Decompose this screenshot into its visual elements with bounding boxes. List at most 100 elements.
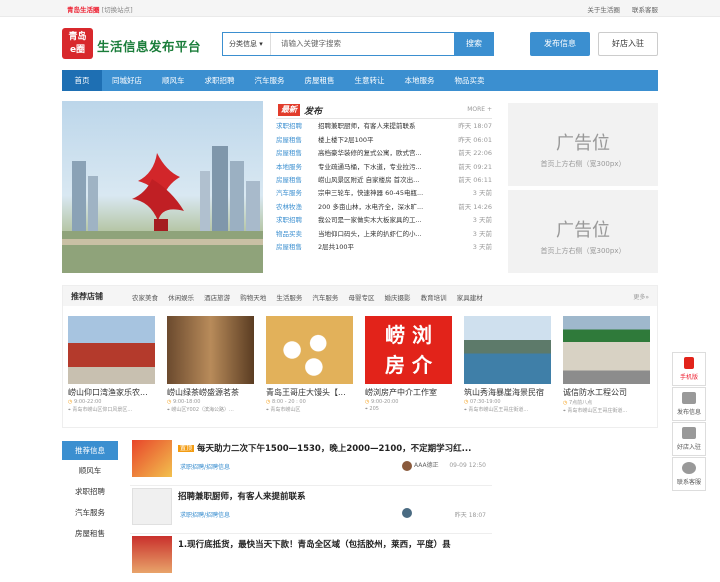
latest-tag: 最新: [278, 104, 300, 116]
nav-local-service[interactable]: 本地服务: [395, 70, 445, 91]
clock-icon: ◷: [563, 400, 568, 406]
avatar: [402, 508, 412, 518]
shop-card[interactable]: 青岛王哥庄大馒头【... ◷ 8:00 - 20 : 00 ⌖ 青岛市崂山区: [266, 316, 353, 413]
sidebar-item-housing[interactable]: 房屋租售: [62, 523, 118, 544]
image-placeholder-icon: [132, 488, 172, 525]
clock-icon: ◷: [167, 399, 172, 405]
shop-photo: [167, 316, 254, 384]
shop-cat-tab[interactable]: 汽车服务: [312, 294, 338, 302]
site-logo[interactable]: 青岛 e圈 生活信息发布平台: [62, 28, 212, 60]
logo-mark: 青岛 e圈: [62, 28, 93, 59]
top-bar: 青岛生活圈 [切换站点] 关于生活圈 联系客服: [0, 0, 720, 17]
sidebar-item-jobs[interactable]: 求职招聘: [62, 481, 118, 502]
city-switch[interactable]: 青岛生活圈 [切换站点]: [67, 4, 133, 14]
location-icon: ⌖: [365, 406, 368, 412]
float-join-button[interactable]: 好店入驻: [672, 422, 706, 456]
post-time: 09-09 12:50: [449, 462, 486, 469]
latest-more-link[interactable]: MORE +: [467, 106, 492, 113]
shop-photo: 崂 浏房 介: [365, 316, 452, 384]
latest-row[interactable]: 求职招聘 我公司是一家做实木大板家具的工... 3 天前: [276, 214, 492, 226]
nav-jobs[interactable]: 求职招聘: [195, 70, 245, 91]
post-author[interactable]: [402, 508, 414, 518]
location-icon: ⌖: [563, 408, 566, 414]
send-icon: [682, 392, 696, 404]
location-icon: ⌖: [68, 407, 71, 413]
latest-row[interactable]: 物品买卖 当地仰口码头，上来的扒虾仁的小... 3 天前: [276, 228, 492, 240]
pinned-badge: 置顶: [178, 445, 195, 452]
post-category[interactable]: 求职招聘/招聘信息: [180, 510, 230, 519]
sidebar-head: 推荐信息: [62, 441, 118, 460]
latest-row[interactable]: 房屋租售 2层共100平 3 天前: [276, 241, 492, 253]
phone-icon: [684, 357, 694, 369]
shop-card[interactable]: 诚信防水工程公司 ◷ 7点前八点 ⌖ 青岛市崂山区王哥庄街道...: [563, 316, 650, 414]
post-category[interactable]: 求职招聘/招聘信息: [180, 462, 230, 471]
publish-button[interactable]: 发布信息: [530, 32, 590, 56]
join-shop-button[interactable]: 好店入驻: [598, 32, 658, 56]
shop-cat-tab[interactable]: 母婴专区: [348, 294, 374, 302]
latest-row[interactable]: 农林牧渔 200 多亩山林，水电齐全，深水旷... 前天 14:26: [276, 201, 492, 213]
banner-image[interactable]: [62, 101, 263, 273]
clock-icon: ◷: [68, 399, 73, 405]
location-icon: ⌖: [464, 407, 467, 413]
search-button[interactable]: 搜索: [454, 32, 494, 56]
shop-card[interactable]: 崂 浏房 介 崂浏房产中介工作室 ◷ 9:00-20:00 ⌖ 205: [365, 316, 452, 412]
nav-auto[interactable]: 汽车服务: [245, 70, 295, 91]
post-author[interactable]: AAA德正: [402, 460, 439, 471]
recommended-feed: 置顶 每天助力二次下午1500—1530，晚上2000—2100，不定期学习红..…: [130, 438, 492, 582]
ad-slot-bottom[interactable]: 广告位 首页上方右侧（宽300px）: [508, 190, 658, 273]
shop-cat-tab[interactable]: 生活服务: [276, 294, 302, 302]
latest-row[interactable]: 求职招聘 招聘兼职厨师，有客人来提前联系 昨天 18:07: [276, 120, 492, 132]
shop-cat-tab[interactable]: 农家美食: [132, 294, 158, 302]
nav-home[interactable]: 首页: [62, 70, 102, 91]
search-bar: 分类信息 ▾ 请输入关键字搜索 搜索: [222, 32, 494, 56]
sidebar-item-rideshare[interactable]: 顺风车: [62, 460, 118, 481]
shops-title: 推荐店铺: [71, 292, 103, 301]
search-input[interactable]: 请输入关键字搜索: [281, 33, 341, 55]
post-thumbnail: [132, 440, 172, 477]
contact-link[interactable]: 联系客服: [632, 6, 658, 14]
latest-row[interactable]: 房屋租售 崂山风景区附近 自家楼房 首次出... 前天 06:11: [276, 174, 492, 186]
shop-photo: [563, 316, 650, 384]
search-category-select[interactable]: 分类信息 ▾: [223, 33, 271, 55]
latest-row[interactable]: 房屋租售 高档豪华装修的复式公寓，欧式宫... 前天 22:06: [276, 147, 492, 159]
shop-card[interactable]: 崂山绿茶崂盛源茗茶 ◷ 9:00-18:00 ⌖ 崂山区Y002（滨海公路）..…: [167, 316, 254, 413]
latest-row[interactable]: 汽车服务 宗申三轮车，快速神器 60-45电瓶... 3 天前: [276, 187, 492, 199]
shop-cat-tab[interactable]: 婚庆摄影: [385, 294, 411, 302]
clock-icon: ◷: [266, 399, 271, 405]
sidebar-item-auto[interactable]: 汽车服务: [62, 502, 118, 523]
nav-housing[interactable]: 房屋租售: [295, 70, 345, 91]
recommended-shops: 推荐店铺 农家美食 休闲娱乐 酒店旅游 购物天地 生活服务 汽车服务 母婴专区 …: [62, 285, 658, 428]
mobile-version-button[interactable]: 手机版: [672, 352, 706, 386]
nav-rideshare[interactable]: 顺风车: [152, 70, 195, 91]
float-publish-button[interactable]: 发布信息: [672, 387, 706, 421]
shop-cat-tab[interactable]: 休闲娱乐: [168, 294, 194, 302]
shop-icon: [682, 427, 696, 439]
nav-goods[interactable]: 物品买卖: [445, 70, 495, 91]
feed-item[interactable]: 招聘兼职厨师，有客人来提前联系 求职招聘/招聘信息 昨天 18:07: [130, 486, 492, 534]
shop-cat-tab[interactable]: 家具建材: [457, 294, 483, 302]
shop-cat-tab[interactable]: 购物天地: [240, 294, 266, 302]
clock-icon: ◷: [365, 399, 370, 405]
city-sculpture-photo: [62, 146, 263, 273]
shop-card[interactable]: 崂山仰口湾渔家乐农... ◷ 9:00-22:00 ⌖ 青岛市崂山区仰口风景区.…: [68, 316, 155, 413]
location-icon: ⌖: [266, 407, 269, 413]
about-link[interactable]: 关于生活圈: [587, 6, 620, 14]
shop-card[interactable]: 筑山秀海暴崖海景民宿 ◷ 07:30-19:00 ⌖ 青岛市崂山区王哥庄街道..…: [464, 316, 551, 413]
avatar: [402, 460, 412, 471]
feed-item[interactable]: 1.现行底抵货，最快当天下款！青岛全区域（包括胶州，莱西，平度）县: [130, 534, 492, 582]
nav-local-shops[interactable]: 同城好店: [102, 70, 152, 91]
logo-name: 生活信息发布平台: [97, 39, 202, 54]
shop-cat-tab[interactable]: 酒店旅游: [204, 294, 230, 302]
shop-cat-tab[interactable]: 教育培训: [421, 294, 447, 302]
latest-row[interactable]: 房屋租售 楼上楼下2层100平 昨天 06:01: [276, 134, 492, 146]
floating-toolbar: 手机版 发布信息 好店入驻 联系客服: [672, 352, 706, 492]
shop-photo: [266, 316, 353, 384]
latest-row[interactable]: 本地服务 专业疏通马桶，下水道，专业拉污... 前天 09:21: [276, 161, 492, 173]
nav-business[interactable]: 生意转让: [345, 70, 395, 91]
post-time: 昨天 18:07: [454, 512, 486, 519]
shops-more-link[interactable]: 更多»: [633, 292, 649, 301]
ad-slot-top[interactable]: 广告位 首页上方右侧（宽300px）: [508, 103, 658, 186]
feed-item[interactable]: 置顶 每天助力二次下午1500—1530，晚上2000—2100，不定期学习红..…: [130, 438, 492, 486]
latest-title: 发布: [304, 107, 323, 117]
float-contact-button[interactable]: 联系客服: [672, 457, 706, 491]
